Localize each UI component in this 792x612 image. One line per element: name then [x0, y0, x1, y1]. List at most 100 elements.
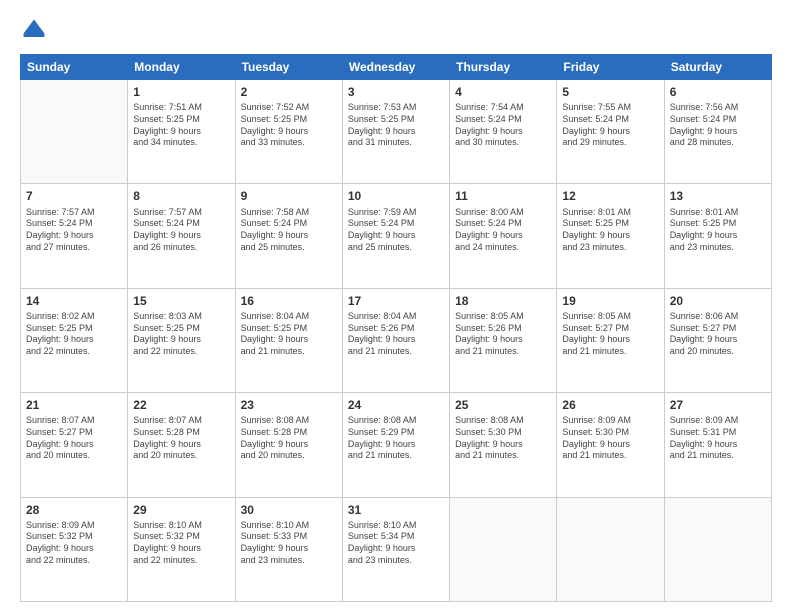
calendar-cell: 21Sunrise: 8:07 AMSunset: 5:27 PMDayligh…	[21, 393, 128, 497]
week-row-4: 28Sunrise: 8:09 AMSunset: 5:32 PMDayligh…	[21, 497, 772, 601]
day-number: 28	[26, 502, 122, 518]
cell-info-line: Sunrise: 8:07 AM	[26, 415, 122, 427]
calendar-cell: 9Sunrise: 7:58 AMSunset: 5:24 PMDaylight…	[235, 184, 342, 288]
day-header-saturday: Saturday	[664, 55, 771, 80]
cell-info-line: Daylight: 9 hours	[348, 543, 444, 555]
day-number: 12	[562, 188, 658, 204]
cell-info-line: Sunrise: 8:02 AM	[26, 311, 122, 323]
header	[20, 16, 772, 44]
logo	[20, 16, 52, 44]
calendar-cell: 25Sunrise: 8:08 AMSunset: 5:30 PMDayligh…	[450, 393, 557, 497]
cell-info-line: and 21 minutes.	[670, 450, 766, 462]
cell-info-line: Daylight: 9 hours	[670, 334, 766, 346]
cell-info-line: Sunset: 5:25 PM	[133, 114, 229, 126]
cell-info-line: and 23 minutes.	[348, 555, 444, 567]
cell-info-line: Sunset: 5:24 PM	[562, 114, 658, 126]
cell-info-line: and 31 minutes.	[348, 137, 444, 149]
cell-info-line: Sunset: 5:31 PM	[670, 427, 766, 439]
day-number: 5	[562, 84, 658, 100]
cell-info-line: Sunrise: 8:01 AM	[670, 207, 766, 219]
cell-info-line: Sunset: 5:28 PM	[241, 427, 337, 439]
cell-info-line: Sunrise: 8:08 AM	[455, 415, 551, 427]
calendar-cell	[664, 497, 771, 601]
day-number: 22	[133, 397, 229, 413]
cell-info-line: Sunset: 5:26 PM	[455, 323, 551, 335]
calendar-cell: 27Sunrise: 8:09 AMSunset: 5:31 PMDayligh…	[664, 393, 771, 497]
calendar-cell: 24Sunrise: 8:08 AMSunset: 5:29 PMDayligh…	[342, 393, 449, 497]
cell-info-line: Sunrise: 8:03 AM	[133, 311, 229, 323]
day-number: 26	[562, 397, 658, 413]
cell-info-line: Sunrise: 8:09 AM	[670, 415, 766, 427]
cell-info-line: Daylight: 9 hours	[348, 126, 444, 138]
day-number: 21	[26, 397, 122, 413]
cell-info-line: Daylight: 9 hours	[241, 439, 337, 451]
calendar-cell: 1Sunrise: 7:51 AMSunset: 5:25 PMDaylight…	[128, 80, 235, 184]
calendar-cell: 19Sunrise: 8:05 AMSunset: 5:27 PMDayligh…	[557, 288, 664, 392]
cell-info-line: Sunset: 5:24 PM	[26, 218, 122, 230]
day-header-wednesday: Wednesday	[342, 55, 449, 80]
cell-info-line: Sunset: 5:25 PM	[241, 114, 337, 126]
day-number: 20	[670, 293, 766, 309]
day-number: 17	[348, 293, 444, 309]
cell-info-line: Sunset: 5:26 PM	[348, 323, 444, 335]
cell-info-line: Daylight: 9 hours	[133, 439, 229, 451]
cell-info-line: and 26 minutes.	[133, 242, 229, 254]
week-row-1: 7Sunrise: 7:57 AMSunset: 5:24 PMDaylight…	[21, 184, 772, 288]
cell-info-line: and 25 minutes.	[241, 242, 337, 254]
cell-info-line: Sunrise: 8:08 AM	[241, 415, 337, 427]
day-number: 13	[670, 188, 766, 204]
cell-info-line: Sunrise: 7:53 AM	[348, 102, 444, 114]
cell-info-line: and 21 minutes.	[455, 346, 551, 358]
cell-info-line: Daylight: 9 hours	[241, 334, 337, 346]
cell-info-line: and 34 minutes.	[133, 137, 229, 149]
cell-info-line: Sunset: 5:25 PM	[133, 323, 229, 335]
cell-info-line: Sunset: 5:24 PM	[455, 114, 551, 126]
cell-info-line: Sunset: 5:32 PM	[133, 531, 229, 543]
cell-info-line: Daylight: 9 hours	[562, 439, 658, 451]
calendar-cell: 31Sunrise: 8:10 AMSunset: 5:34 PMDayligh…	[342, 497, 449, 601]
cell-info-line: Sunrise: 8:04 AM	[241, 311, 337, 323]
cell-info-line: Sunrise: 7:55 AM	[562, 102, 658, 114]
cell-info-line: Daylight: 9 hours	[26, 543, 122, 555]
cell-info-line: Sunset: 5:30 PM	[455, 427, 551, 439]
cell-info-line: Daylight: 9 hours	[133, 126, 229, 138]
cell-info-line: and 24 minutes.	[455, 242, 551, 254]
cell-info-line: Sunrise: 8:00 AM	[455, 207, 551, 219]
cell-info-line: Sunset: 5:24 PM	[455, 218, 551, 230]
day-number: 23	[241, 397, 337, 413]
calendar-cell: 5Sunrise: 7:55 AMSunset: 5:24 PMDaylight…	[557, 80, 664, 184]
cell-info-line: and 21 minutes.	[562, 450, 658, 462]
cell-info-line: Sunrise: 7:57 AM	[133, 207, 229, 219]
day-number: 25	[455, 397, 551, 413]
cell-info-line: Sunset: 5:25 PM	[241, 323, 337, 335]
day-number: 3	[348, 84, 444, 100]
cell-info-line: Daylight: 9 hours	[26, 230, 122, 242]
day-header-sunday: Sunday	[21, 55, 128, 80]
calendar-header-row: SundayMondayTuesdayWednesdayThursdayFrid…	[21, 55, 772, 80]
calendar-cell: 20Sunrise: 8:06 AMSunset: 5:27 PMDayligh…	[664, 288, 771, 392]
day-number: 27	[670, 397, 766, 413]
cell-info-line: and 28 minutes.	[670, 137, 766, 149]
day-number: 2	[241, 84, 337, 100]
week-row-3: 21Sunrise: 8:07 AMSunset: 5:27 PMDayligh…	[21, 393, 772, 497]
cell-info-line: Sunrise: 7:54 AM	[455, 102, 551, 114]
day-number: 18	[455, 293, 551, 309]
calendar-cell: 2Sunrise: 7:52 AMSunset: 5:25 PMDaylight…	[235, 80, 342, 184]
calendar-cell	[21, 80, 128, 184]
cell-info-line: Daylight: 9 hours	[133, 230, 229, 242]
calendar-cell: 26Sunrise: 8:09 AMSunset: 5:30 PMDayligh…	[557, 393, 664, 497]
calendar-cell: 6Sunrise: 7:56 AMSunset: 5:24 PMDaylight…	[664, 80, 771, 184]
cell-info-line: Sunrise: 7:58 AM	[241, 207, 337, 219]
logo-icon	[20, 16, 48, 44]
cell-info-line: and 22 minutes.	[26, 555, 122, 567]
page: SundayMondayTuesdayWednesdayThursdayFrid…	[0, 0, 792, 612]
cell-info-line: and 23 minutes.	[241, 555, 337, 567]
calendar-cell: 3Sunrise: 7:53 AMSunset: 5:25 PMDaylight…	[342, 80, 449, 184]
cell-info-line: and 23 minutes.	[670, 242, 766, 254]
cell-info-line: Sunset: 5:29 PM	[348, 427, 444, 439]
cell-info-line: Sunset: 5:24 PM	[670, 114, 766, 126]
cell-info-line: Sunrise: 8:10 AM	[133, 520, 229, 532]
calendar-cell: 12Sunrise: 8:01 AMSunset: 5:25 PMDayligh…	[557, 184, 664, 288]
calendar-cell: 28Sunrise: 8:09 AMSunset: 5:32 PMDayligh…	[21, 497, 128, 601]
cell-info-line: Sunrise: 7:51 AM	[133, 102, 229, 114]
